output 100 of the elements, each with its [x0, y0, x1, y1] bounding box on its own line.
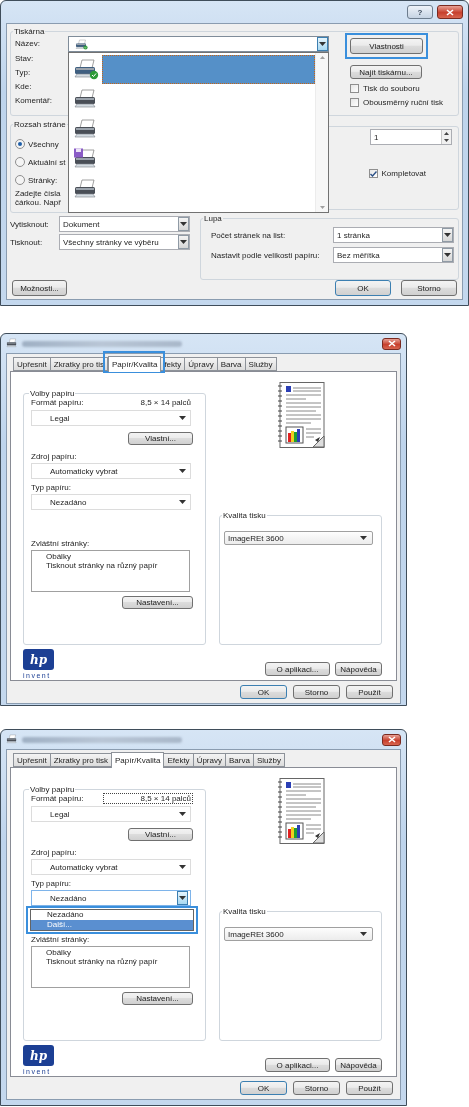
settings-button[interactable]: Nastavení... [122, 992, 193, 1005]
scroll-down-icon [319, 206, 325, 209]
group-label: Tiskárna [13, 27, 46, 36]
dropdown[interactable]: Bez měřítka [333, 247, 454, 263]
printer-icon [6, 338, 18, 349]
close-icon [446, 8, 454, 16]
field-label: Typ papíru: [31, 879, 73, 888]
dialog-button[interactable]: Nápověda [335, 662, 382, 676]
caret-icon [179, 896, 186, 900]
tab[interactable]: Barva [224, 753, 254, 767]
tab[interactable]: Papír/Kvalita [111, 752, 165, 768]
hint-text: čárkou. Např [15, 198, 62, 207]
custom-button[interactable]: Vlastní... [128, 432, 193, 445]
printer-icon [73, 118, 99, 140]
field-label: Typ: [15, 67, 32, 79]
option-label: Obousměrný ruční tisk [363, 98, 444, 107]
dialog-button[interactable]: Nápověda [335, 1058, 382, 1072]
option-label: Stránky: [28, 175, 58, 185]
dialog-button[interactable]: OK [240, 685, 287, 699]
dropdown[interactable]: Legal [31, 806, 191, 822]
tab[interactable]: Upřesnit [13, 357, 51, 371]
close-button[interactable] [382, 733, 401, 746]
scrollbar[interactable] [315, 53, 328, 212]
list-item[interactable]: Tisknout stránky na různý papír [46, 957, 189, 966]
tab[interactable]: Zkratky pro tisk [49, 753, 113, 767]
list-item[interactable]: Obálky [46, 552, 189, 561]
tab[interactable]: Úpravy [192, 753, 226, 767]
scroll-up-icon [319, 56, 325, 59]
field-label: Vytisknout: [10, 219, 50, 229]
printer-icon [6, 734, 18, 745]
find-printer-button[interactable]: Najít tiskárnu... [350, 65, 422, 79]
custom-button[interactable]: Vlastní... [128, 828, 193, 841]
dropdown[interactable]: Nezadáno [31, 890, 191, 906]
caret-icon [179, 500, 186, 504]
caret-icon [360, 536, 367, 540]
radio-button[interactable] [15, 139, 25, 149]
checkbox[interactable] [368, 169, 378, 178]
field-label: Typ papíru: [31, 483, 73, 492]
option-label: Aktuální st [28, 157, 66, 167]
dialog-button[interactable]: Použít [346, 1081, 393, 1095]
dropdown[interactable]: ImageREt 3600 [224, 531, 373, 545]
list-item[interactable]: Tisknout stránky na různý papír [46, 561, 189, 570]
checkbox[interactable] [350, 98, 359, 107]
group-label: Kvalita tisku [222, 907, 267, 916]
document-preview-icon [276, 382, 325, 448]
close-icon [387, 340, 396, 347]
dialog-button[interactable]: OK [240, 1081, 287, 1095]
dialog-button[interactable]: Storno [401, 280, 457, 296]
dropdown[interactable]: 1 stránka [333, 227, 454, 243]
field-label: Formát papíru: [31, 794, 84, 803]
dropdown[interactable]: ImageREt 3600 [224, 927, 373, 941]
list-box[interactable]: Obálky Tisknout stránky na různý papír [31, 946, 190, 988]
tab[interactable]: Papír/Kvalita [108, 356, 162, 372]
dialog-button[interactable]: Použít [346, 685, 393, 699]
options-button[interactable]: Možnosti... [12, 280, 67, 296]
printer-dropdown[interactable] [68, 36, 329, 52]
close-button[interactable] [437, 5, 463, 19]
dropdown[interactable]: Legal [31, 410, 191, 426]
tab[interactable]: Upřesnit [13, 753, 51, 767]
field-label: Počet stránek na list: [211, 230, 287, 240]
list-item[interactable] [102, 54, 315, 84]
dialog-button[interactable]: Storno [293, 1081, 340, 1095]
dialog-button[interactable]: Storno [293, 685, 340, 699]
dropdown[interactable]: Automaticky vybrat [31, 859, 191, 875]
dropdown[interactable]: Nezadáno [31, 494, 191, 510]
radio-button[interactable] [15, 157, 25, 167]
caret-icon [444, 233, 451, 237]
tab[interactable]: Služby [244, 357, 277, 371]
tab[interactable]: Úpravy [184, 357, 218, 371]
spin-down-icon [444, 139, 449, 142]
dialog-button[interactable]: O aplikaci... [265, 1058, 330, 1072]
dialog-button[interactable]: O aplikaci... [265, 662, 330, 676]
dropdown[interactable]: Dokument [59, 216, 190, 232]
group-label: Kvalita tisku [222, 511, 267, 520]
list-box[interactable]: Obálky Tisknout stránky na různý papír [31, 550, 190, 592]
caret-icon [444, 253, 451, 257]
tab[interactable]: Služby [252, 753, 285, 767]
field-label: Zdroj papíru: [31, 848, 78, 857]
printer-icon [75, 38, 88, 50]
field-label: Název: [15, 38, 41, 50]
dropdown[interactable]: Automaticky vybrat [31, 463, 191, 479]
dropdown[interactable]: Všechny stránky ve výběru [59, 234, 190, 250]
caret-icon [319, 42, 326, 46]
caret-icon [179, 469, 186, 473]
tab[interactable]: Efekty [163, 753, 194, 767]
checkbox[interactable] [350, 84, 359, 93]
dialog-button[interactable]: OK [335, 280, 391, 296]
option-label: Tisk do souboru [363, 84, 420, 93]
help-button[interactable]: ? [407, 5, 433, 19]
close-button[interactable] [382, 337, 401, 350]
group-label: Volby papíru [29, 785, 76, 794]
option-label: Všechny [28, 139, 59, 149]
radio-button[interactable] [15, 175, 25, 185]
tab[interactable]: Barva [216, 357, 246, 371]
properties-button[interactable]: Vlastnosti [350, 38, 423, 54]
copies-field[interactable]: 1 [370, 129, 452, 145]
caret-icon [179, 812, 186, 816]
printer-icon [73, 148, 99, 170]
list-item[interactable]: Obálky [46, 948, 189, 957]
settings-button[interactable]: Nastavení... [122, 596, 193, 609]
